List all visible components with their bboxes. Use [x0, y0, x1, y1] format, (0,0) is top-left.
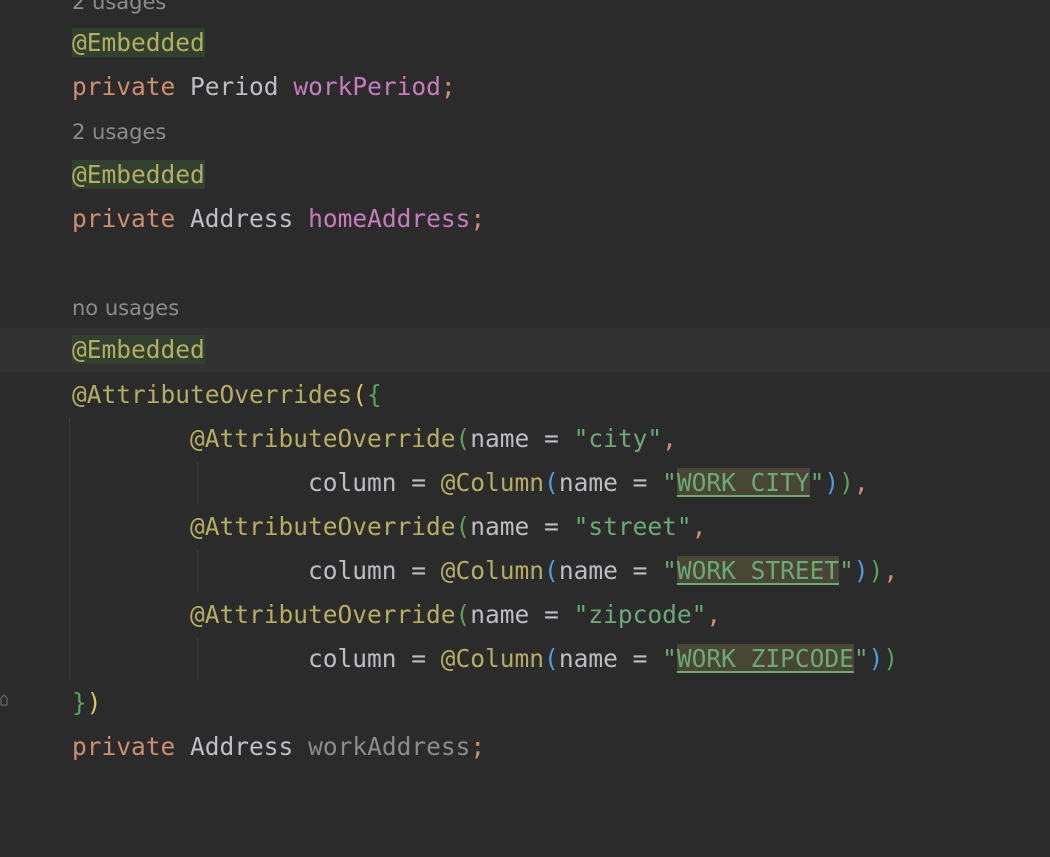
code-line[interactable]: @Embedded	[0, 21, 1050, 65]
current-code-line[interactable]: @Embedded	[0, 328, 1050, 372]
annotation: @Column	[440, 468, 545, 497]
semicolon: ;	[470, 732, 486, 761]
column-name-string: WORK_ZIPCODE	[676, 644, 854, 673]
string-literal: "street"	[573, 512, 692, 541]
comma: ,	[691, 512, 707, 541]
paren: )	[824, 468, 840, 497]
paren: (	[455, 600, 471, 629]
paren: (	[544, 468, 559, 497]
code-line[interactable]: @Embedded	[0, 153, 1050, 197]
keyword: private	[72, 72, 176, 101]
parameter: column =	[308, 556, 441, 585]
code-line[interactable]: column = @Column(name = "WORK_CITY")),	[0, 461, 1050, 505]
field-name: workPeriod	[293, 72, 441, 101]
type-name: Period	[190, 72, 279, 101]
paren: (	[544, 644, 559, 673]
code-line[interactable]: private Address homeAddress;	[0, 197, 1050, 241]
paren: )	[868, 556, 884, 585]
code-line[interactable]: column = @Column(name = "WORK_STREET")),	[0, 549, 1050, 593]
column-name-string: WORK_STREET	[676, 556, 840, 585]
comma: ,	[883, 556, 899, 585]
annotation: @Embedded	[72, 160, 205, 189]
parameter: name =	[470, 512, 574, 541]
code-line[interactable]: private Period workPeriod;	[0, 65, 1050, 109]
paren: )	[868, 644, 884, 673]
paren: (	[455, 512, 471, 541]
string-literal: "city"	[573, 424, 663, 453]
parameter: name =	[558, 468, 663, 497]
comma: ,	[853, 468, 869, 497]
comma: ,	[706, 600, 722, 629]
parameter: name =	[558, 644, 663, 673]
paren: )	[839, 468, 854, 497]
usages-hint[interactable]: no usages	[72, 286, 179, 330]
parameter: name =	[470, 600, 574, 629]
annotation: @Column	[440, 556, 545, 585]
unused-field-name: workAddress	[308, 732, 471, 761]
quote: "	[853, 644, 869, 673]
parameter: column =	[308, 644, 441, 673]
string-literal: "zipcode"	[573, 600, 707, 629]
quote: "	[662, 468, 677, 497]
code-line[interactable]: private Address workAddress;	[0, 725, 1050, 769]
semicolon: ;	[440, 72, 456, 101]
code-line[interactable]: column = @Column(name = "WORK_ZIPCODE"))	[0, 637, 1050, 681]
type-name: Address	[190, 732, 294, 761]
type-name: Address	[190, 204, 294, 233]
comma: ,	[662, 424, 677, 453]
paren: )	[86, 688, 102, 717]
quote: "	[662, 644, 677, 673]
code-line[interactable]: })	[0, 681, 1050, 725]
brace: {	[367, 380, 382, 409]
annotation: @Embedded	[72, 28, 205, 57]
annotation: @AttributeOverride	[190, 600, 456, 629]
quote: "	[662, 556, 677, 585]
annotation: @AttributeOverrides	[72, 380, 353, 409]
brace: }	[72, 688, 87, 717]
parameter: name =	[558, 556, 663, 585]
paren: )	[883, 644, 899, 673]
annotation: @Embedded	[72, 335, 205, 364]
annotation: @AttributeOverride	[190, 512, 456, 541]
parameter: column =	[308, 468, 441, 497]
annotation: @Column	[440, 644, 545, 673]
quote: "	[809, 468, 825, 497]
semicolon: ;	[470, 204, 486, 233]
usages-hint[interactable]: 2 usages	[72, 110, 166, 154]
annotation: @AttributeOverride	[190, 424, 456, 453]
paren: )	[853, 556, 869, 585]
field-name: homeAddress	[308, 204, 471, 233]
code-line[interactable]: @AttributeOverride(name = "street",	[0, 505, 1050, 549]
paren: (	[352, 380, 368, 409]
paren: (	[544, 556, 559, 585]
quote: "	[839, 556, 854, 585]
column-name-string: WORK_CITY	[676, 468, 810, 497]
paren: (	[455, 424, 471, 453]
keyword: private	[72, 204, 176, 233]
code-editor[interactable]: 2 usages @Embedded private Period workPe…	[0, 0, 1050, 792]
code-line[interactable]: @AttributeOverride(name = "city",	[0, 417, 1050, 461]
code-line[interactable]: @AttributeOverrides({	[0, 373, 1050, 417]
code-line[interactable]: @AttributeOverride(name = "zipcode",	[0, 593, 1050, 637]
keyword: private	[72, 732, 176, 761]
parameter: name =	[470, 424, 574, 453]
